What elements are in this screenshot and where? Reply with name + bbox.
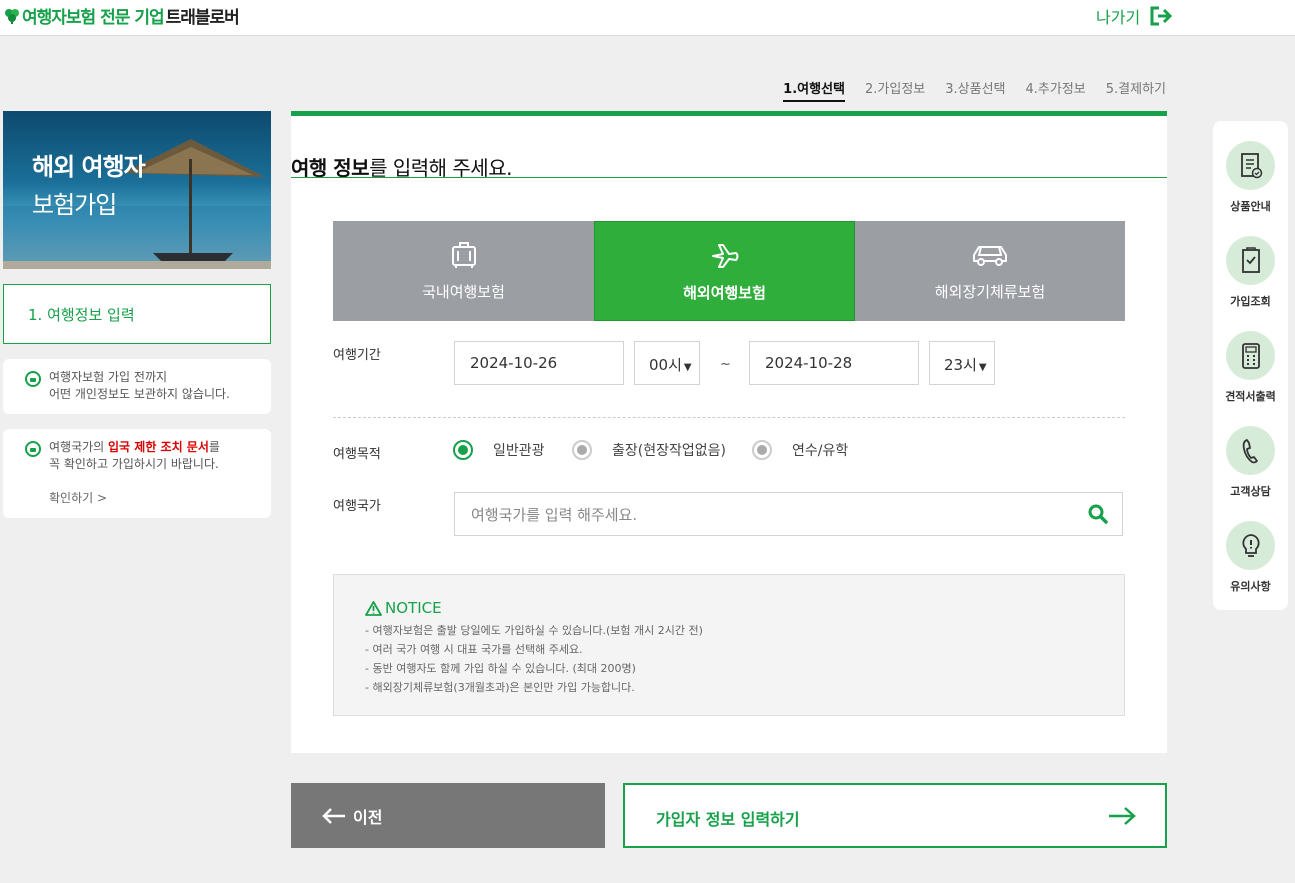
entry-text-prefix: 여행국가의 xyxy=(49,440,109,454)
end-hour-value: 23시 xyxy=(944,356,977,374)
search-icon[interactable] xyxy=(1088,504,1108,524)
tab-long-stay-label: 해외장기체류보험 xyxy=(934,283,1046,301)
insurance-type-tabs: 국내여행보험 해외여행보험 해외장기체류보험 xyxy=(333,221,1125,321)
start-date-input[interactable]: 2024-10-26 xyxy=(454,341,624,385)
top-bar: 여행자보험 전문 기업 트래블로버 나가기 xyxy=(0,0,1295,36)
step-3: 3.상품선택 xyxy=(945,82,1006,97)
notice-item: - 동반 여행자도 함께 가입 하실 수 있습니다. (최대 200명) xyxy=(365,662,636,675)
prev-button[interactable]: 이전 xyxy=(291,783,605,848)
radio-checked-icon xyxy=(453,440,473,460)
entry-restriction-highlight: 입국 제한 조치 문서 xyxy=(108,440,209,454)
start-hour-select[interactable]: 00시 ▼ xyxy=(634,341,700,385)
luggage-icon xyxy=(451,242,476,268)
chevron-down-icon: ▼ xyxy=(978,362,987,373)
chevron-down-icon: ▼ xyxy=(683,362,692,373)
clover-logo-icon xyxy=(5,8,19,24)
quick-enrollment-check-label: 가입조회 xyxy=(1230,295,1271,308)
privacy-info-line1: 여행자보험 가입 전까지 xyxy=(49,370,168,384)
next-button-label: 가입자 정보 입력하기 xyxy=(656,810,800,829)
entry-restriction-line1: 여행국가의 입국 제한 조치 문서를 xyxy=(49,439,271,456)
notice-title-text: NOTICE xyxy=(385,599,442,617)
quick-quote-print-label: 견적서출력 xyxy=(1225,390,1276,403)
exit-button[interactable]: 나가기 xyxy=(1096,4,1173,28)
quick-customer-support[interactable]: 고객상담 xyxy=(1213,426,1288,499)
country-search-input[interactable]: 여행국가를 입력 해주세요. xyxy=(454,492,1123,536)
lock-icon xyxy=(25,371,41,387)
tab-overseas-label: 해외여행보험 xyxy=(683,284,766,302)
step-5: 5.결제하기 xyxy=(1105,82,1166,97)
document-icon xyxy=(1240,152,1262,178)
purpose-radio-business[interactable]: 출장(현장작업없음) xyxy=(572,440,726,460)
tab-domestic-label: 국내여행보험 xyxy=(422,283,505,301)
step-indicator: 1.여행선택 2.가입정보 3.상품선택 4.추가정보 5.결제하기 xyxy=(783,78,1166,102)
quick-product-info-label: 상품안내 xyxy=(1230,200,1271,213)
next-button[interactable]: 가입자 정보 입력하기 xyxy=(623,783,1167,848)
logout-icon xyxy=(1150,6,1173,26)
purpose-option-label: 출장(현장작업없음) xyxy=(612,443,726,459)
notice-title: NOTICE xyxy=(365,599,1124,617)
exit-label: 나가기 xyxy=(1096,8,1141,27)
quick-quote-print[interactable]: 견적서출력 xyxy=(1213,331,1288,404)
tab-overseas[interactable]: 해외여행보험 xyxy=(594,221,855,321)
privacy-info-box: 여행자보험 가입 전까지 어떤 개인정보도 보관하지 않습니다. xyxy=(3,359,271,414)
section-divider xyxy=(333,417,1125,418)
country-search-placeholder: 여행국가를 입력 해주세요. xyxy=(471,506,638,524)
quick-notices-label: 유의사항 xyxy=(1230,580,1271,593)
arrow-right-icon xyxy=(1109,807,1136,825)
checklist-icon xyxy=(1241,246,1260,273)
logo-text-brand: 트래블로버 xyxy=(165,8,240,28)
quick-enrollment-check[interactable]: 가입조회 xyxy=(1213,236,1288,309)
quick-customer-support-label: 고객상담 xyxy=(1230,485,1271,498)
calculator-icon xyxy=(1241,342,1260,369)
tab-long-stay[interactable]: 해외장기체류보험 xyxy=(855,221,1125,321)
quick-product-info[interactable]: 상품안내 xyxy=(1213,141,1288,214)
lock-icon xyxy=(25,441,41,457)
sidebar-item-travel-info[interactable]: 1. 여행정보 입력 xyxy=(3,284,271,344)
start-hour-value: 00시 xyxy=(649,356,682,374)
arrow-left-icon xyxy=(322,807,345,824)
purpose-option-label: 연수/유학 xyxy=(792,443,849,459)
step-2: 2.가입정보 xyxy=(865,82,926,97)
sidebar-banner: 해외 여행자 보험가입 xyxy=(3,111,271,269)
entry-restriction-line2: 꼭 확인하고 가입하시기 바랍니다. xyxy=(49,457,219,471)
end-date-input[interactable]: 2024-10-28 xyxy=(749,341,919,385)
country-label: 여행국가 xyxy=(333,499,381,514)
entry-text-suffix: 를 xyxy=(208,440,220,454)
entry-restriction-box: 여행국가의 입국 제한 조치 문서를 꼭 확인하고 가입하시기 바랍니다. 확인… xyxy=(3,429,271,518)
privacy-info-line2: 어떤 개인정보도 보관하지 않습니다. xyxy=(49,387,230,401)
banner-title-line2: 보험가입 xyxy=(32,191,117,219)
end-hour-select[interactable]: 23시 ▼ xyxy=(929,341,995,385)
quick-notices[interactable]: 유의사항 xyxy=(1213,521,1288,594)
banner-title-line1: 해외 여행자 xyxy=(32,153,146,181)
tab-domestic[interactable]: 국내여행보험 xyxy=(333,221,594,321)
lightbulb-icon xyxy=(1241,533,1260,557)
notice-item: - 여러 국가 여행 시 대표 국가를 선택해 주세요. xyxy=(365,643,583,656)
phone-icon xyxy=(1242,438,1258,463)
period-label: 여행기간 xyxy=(333,348,381,363)
notice-item: - 여행자보험은 출발 당일에도 가입하실 수 있습니다.(보험 개시 2시간 … xyxy=(365,624,703,637)
site-logo[interactable]: 여행자보험 전문 기업 트래블로버 xyxy=(4,3,240,28)
purpose-option-label: 일반관광 xyxy=(493,443,545,459)
airplane-icon xyxy=(711,244,738,268)
check-link[interactable]: 확인하기 > xyxy=(49,490,271,507)
main-panel: 여행 정보를 입력해 주세요. 국내여행보험 해외여행보험 해외장기체류보험 여… xyxy=(291,111,1167,753)
car-icon xyxy=(973,246,1007,266)
notice-item: - 해외장기체류보험(3개월초과)은 본인만 가입 가능합니다. xyxy=(365,681,635,694)
period-separator: ~ xyxy=(720,357,731,372)
warning-icon xyxy=(365,600,382,616)
title-divider xyxy=(291,177,1167,178)
quick-menu: 상품안내 가입조회 견적서출력 고객상담 유의사항 xyxy=(1213,121,1288,610)
step-4: 4.추가정보 xyxy=(1025,82,1086,97)
step-1: 1.여행선택 xyxy=(783,78,845,102)
purpose-radio-sightseeing[interactable]: 일반관광 xyxy=(453,440,545,460)
radio-unchecked-icon xyxy=(752,440,772,460)
purpose-radio-study[interactable]: 연수/유학 xyxy=(752,440,848,460)
logo-text-green: 여행자보험 전문 기업 xyxy=(22,8,165,28)
radio-unchecked-icon xyxy=(572,440,592,460)
notice-box: NOTICE - 여행자보험은 출발 당일에도 가입하실 수 있습니다.(보험 … xyxy=(333,574,1125,716)
prev-button-label: 이전 xyxy=(353,807,383,827)
purpose-label: 여행목적 xyxy=(333,447,381,462)
